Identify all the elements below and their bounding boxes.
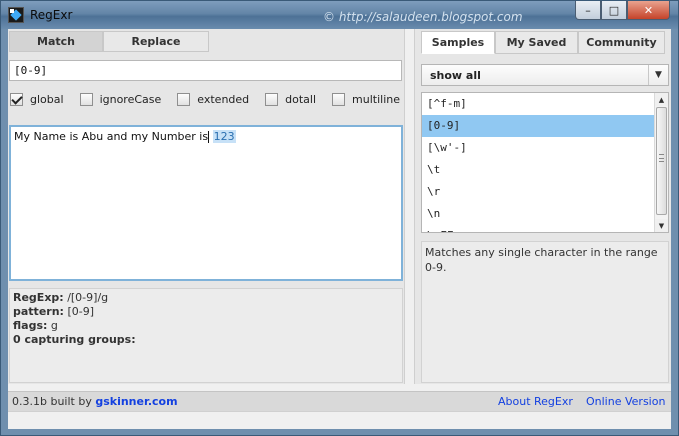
maximize-button[interactable]: □: [601, 1, 627, 20]
flag-options: global ignoreCase extended dotall multil…: [10, 91, 416, 107]
minimize-button[interactable]: –: [575, 1, 601, 20]
tab-my-saved[interactable]: My Saved: [495, 31, 578, 54]
chevron-down-icon[interactable]: ▼: [648, 65, 668, 85]
list-item[interactable]: [^f-m]: [422, 93, 668, 115]
tab-replace[interactable]: Replace: [103, 31, 209, 52]
tab-samples[interactable]: Samples: [421, 31, 495, 54]
multiline-label: multiline: [352, 92, 401, 106]
extended-label: extended: [197, 92, 250, 106]
status-footer: 0.3.1b built by gskinner.com About RegEx…: [8, 391, 671, 411]
app-window: RegExr © http://salaudeen.blogspot.com –…: [0, 0, 679, 436]
match-highlight[interactable]: 123: [212, 130, 236, 143]
version-text: 0.3.1b built by gskinner.com: [12, 395, 178, 408]
author-link[interactable]: gskinner.com: [95, 395, 177, 408]
flag-global[interactable]: global: [10, 92, 64, 106]
global-checkbox[interactable]: [10, 92, 23, 106]
groups-label: 0 capturing groups:: [13, 333, 136, 346]
scroll-down-icon[interactable]: ▼: [655, 219, 668, 232]
about-link[interactable]: About RegExr: [498, 395, 573, 408]
title-bar[interactable]: RegExr © http://salaudeen.blogspot.com –…: [1, 1, 678, 29]
tab-match[interactable]: Match: [9, 31, 103, 52]
flags-line: flags: g: [13, 319, 399, 333]
maximize-icon: □: [608, 3, 620, 17]
groups-line: 0 capturing groups:: [13, 333, 399, 347]
list-scrollbar[interactable]: ▲ ▼: [654, 93, 668, 232]
close-icon: ✕: [643, 3, 654, 17]
grip-icon: [659, 154, 664, 162]
source-text-area[interactable]: My Name is Abu and my Number is 123: [9, 125, 403, 281]
minimize-icon: –: [585, 3, 591, 17]
pattern-label: pattern:: [13, 305, 64, 318]
tab-community[interactable]: Community: [578, 31, 665, 54]
filter-dropdown[interactable]: show all ▼: [421, 64, 669, 86]
pattern-line: pattern: [0-9]: [13, 305, 399, 319]
library-panel: Samples My Saved Community show all ▼ [^…: [414, 29, 671, 384]
client-area: Match Replace [0-9] global ignoreCase ex…: [8, 29, 671, 411]
source-text-before: My Name is Abu and my Number is: [14, 130, 209, 143]
list-item[interactable]: \n: [422, 203, 668, 225]
editor-panel: Match Replace [0-9] global ignoreCase ex…: [8, 29, 405, 384]
list-item[interactable]: \t: [422, 159, 668, 181]
global-label: global: [30, 92, 64, 106]
samples-list[interactable]: [^f-m] [0-9] [\w'-] \t \r \n \xFF ▲ ▼: [421, 92, 669, 233]
online-version-link[interactable]: Online Version: [586, 395, 665, 408]
list-item[interactable]: \r: [422, 181, 668, 203]
regexp-line: RegExp: /[0-9]/g: [13, 291, 399, 305]
filter-value: show all: [430, 69, 481, 82]
library-tabs: Samples My Saved Community: [421, 31, 665, 54]
regexp-value: /[0-9]/g: [67, 291, 109, 304]
flag-multiline[interactable]: multiline: [332, 92, 401, 106]
ignorecase-label: ignoreCase: [99, 92, 162, 106]
multiline-checkbox[interactable]: [332, 92, 346, 106]
flags-value: g: [50, 319, 58, 332]
flag-ignorecase[interactable]: ignoreCase: [79, 92, 162, 106]
list-item[interactable]: [\w'-]: [422, 137, 668, 159]
window-controls: – □ ✕: [575, 1, 670, 21]
dotall-checkbox[interactable]: [265, 92, 279, 106]
window-bottom-frame: [8, 411, 671, 429]
window-title: RegExr: [30, 8, 73, 22]
sample-description: Matches any single character in the rang…: [421, 241, 669, 383]
close-button[interactable]: ✕: [627, 1, 670, 20]
results-panel: RegExp: /[0-9]/g pattern: [0-9] flags: g…: [9, 288, 403, 383]
ignorecase-checkbox[interactable]: [79, 92, 93, 106]
extended-checkbox[interactable]: [177, 92, 191, 106]
flag-dotall[interactable]: dotall: [265, 92, 317, 106]
scroll-up-icon[interactable]: ▲: [655, 93, 668, 106]
mode-tabs: Match Replace: [9, 31, 209, 52]
dotall-label: dotall: [285, 92, 317, 106]
pattern-input[interactable]: [0-9]: [9, 60, 402, 81]
watermark-text: © http://salaudeen.blogspot.com: [323, 10, 523, 24]
flags-label: flags:: [13, 319, 48, 332]
flag-extended[interactable]: extended: [177, 92, 250, 106]
scrollbar-thumb[interactable]: [656, 107, 667, 215]
pattern-value: [0-9]: [67, 305, 94, 318]
regexr-app-icon[interactable]: [8, 7, 24, 23]
regexp-label: RegExp:: [13, 291, 64, 304]
version-label: 0.3.1b built by: [12, 395, 92, 408]
list-item-selected[interactable]: [0-9]: [422, 115, 668, 137]
list-item[interactable]: \xFF: [422, 225, 668, 232]
